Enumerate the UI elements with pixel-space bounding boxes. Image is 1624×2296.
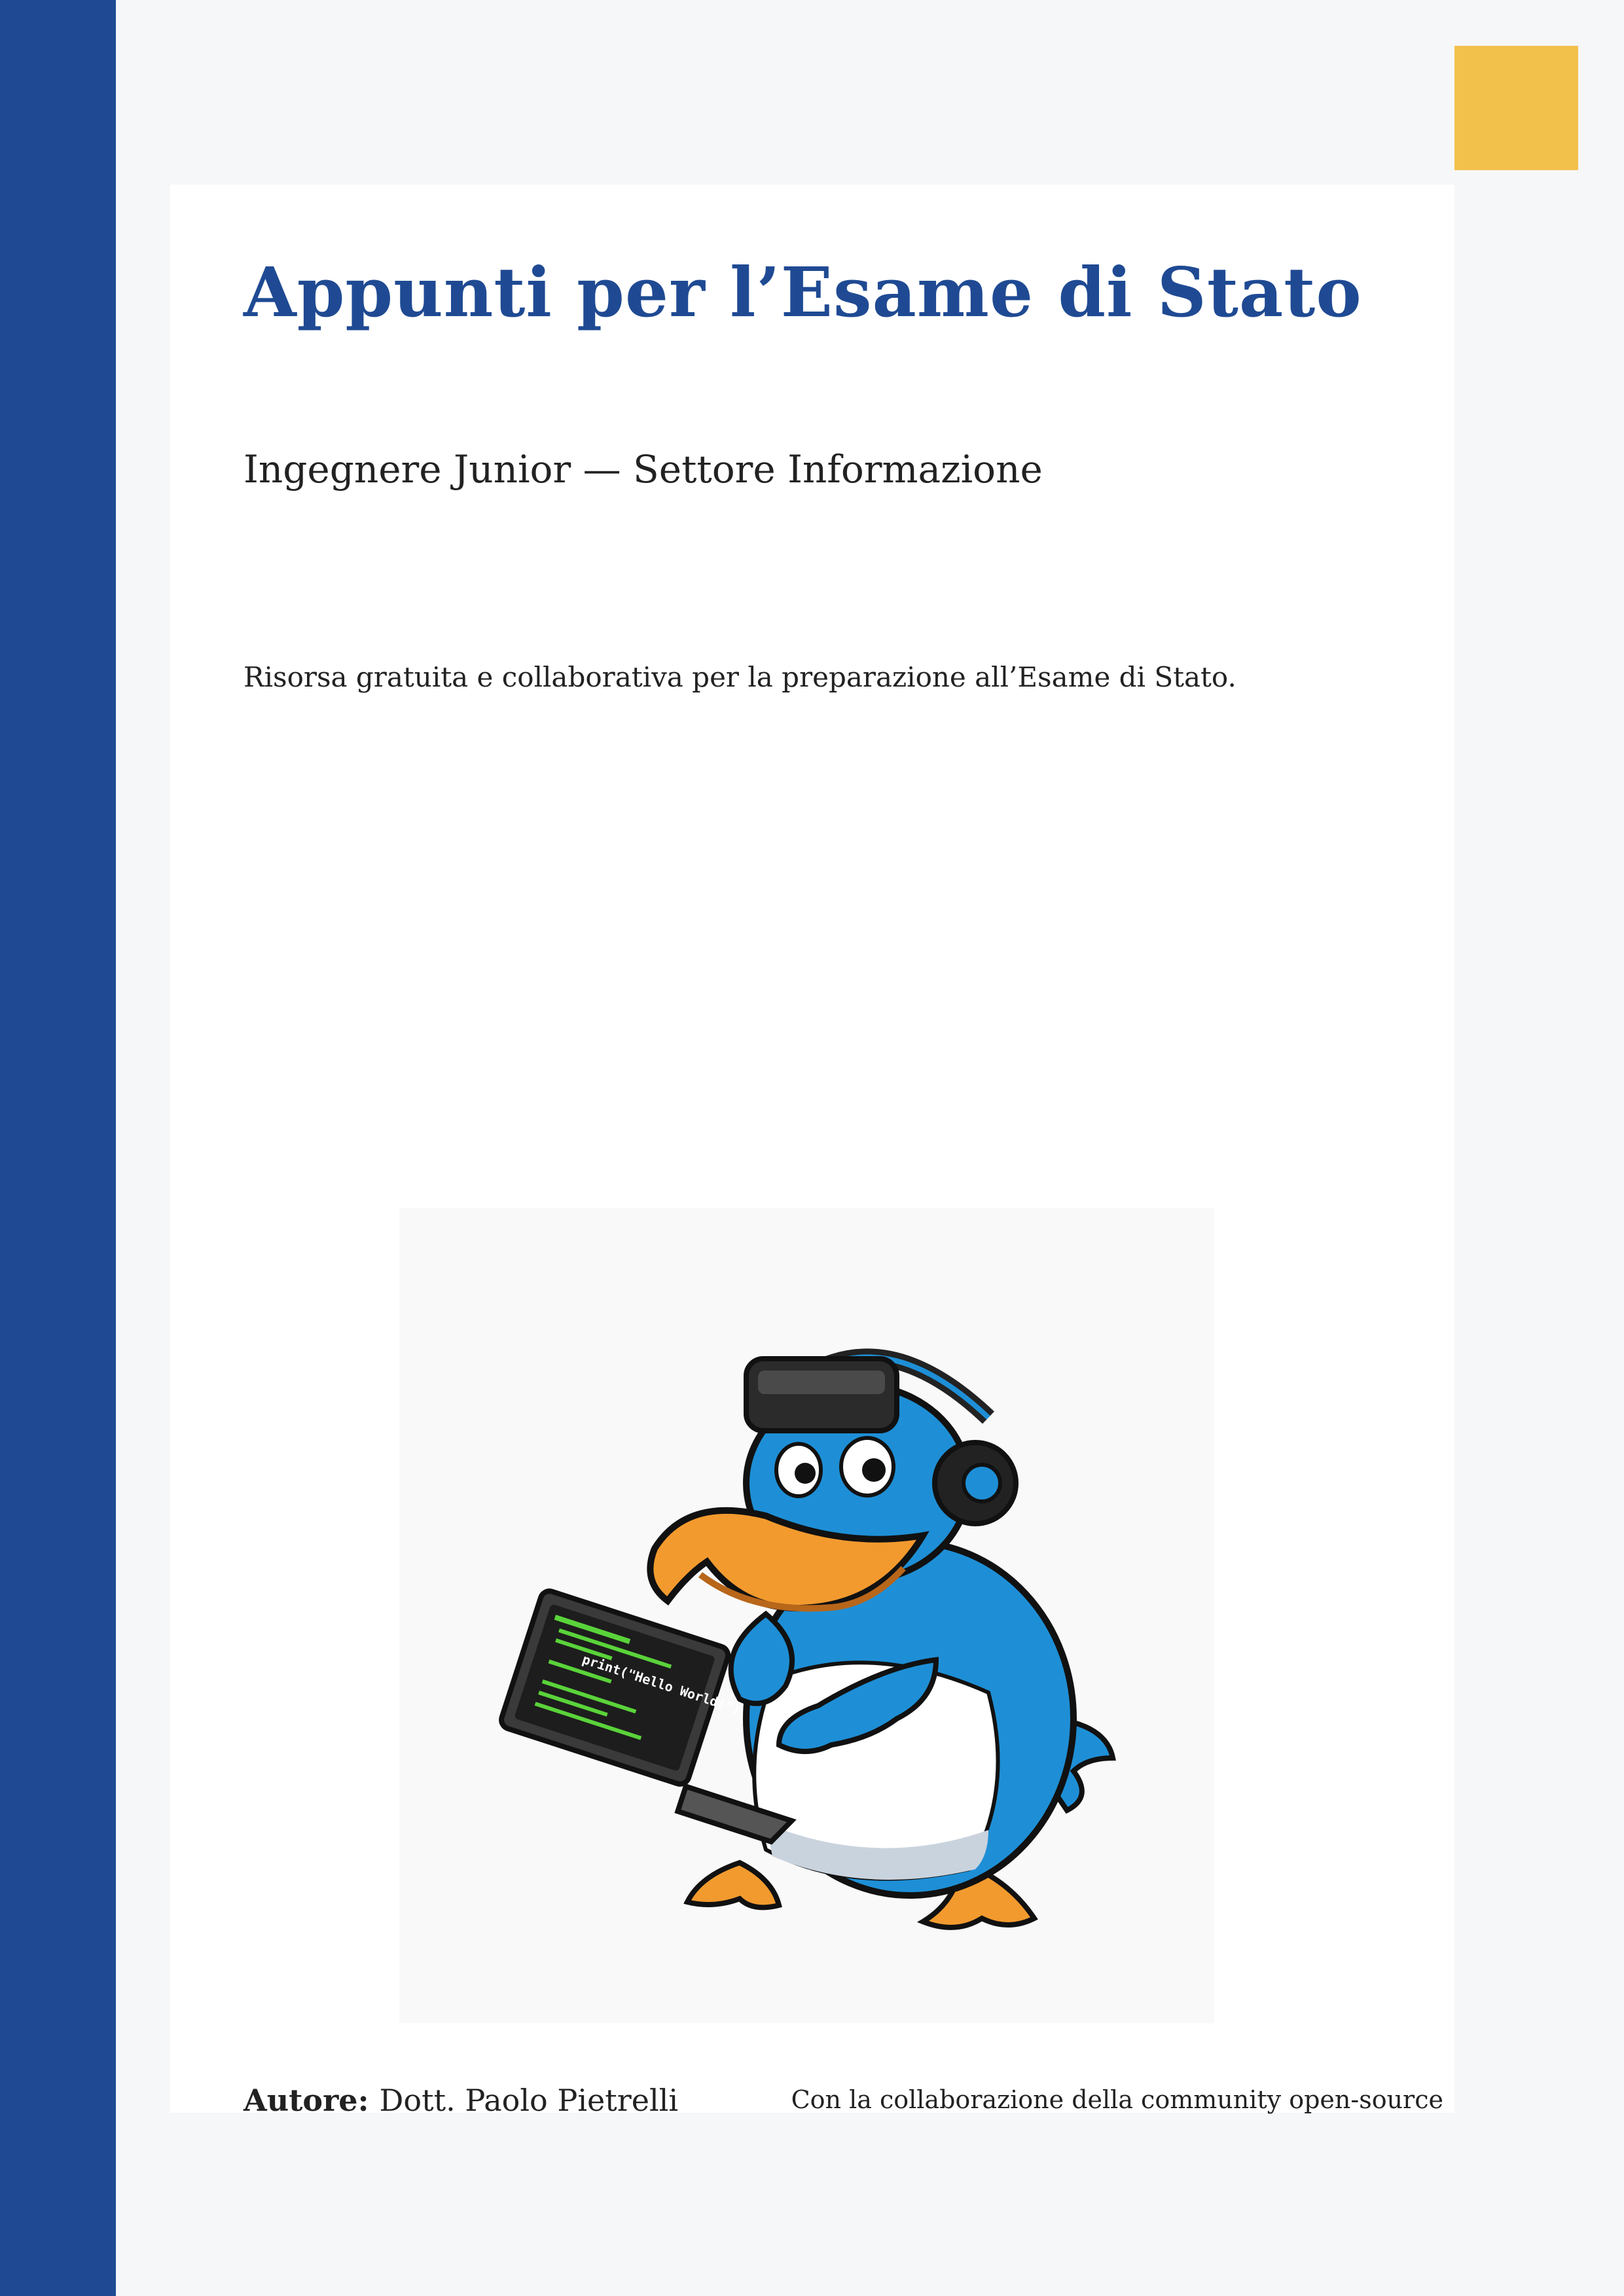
- side-accent-bar: [0, 0, 116, 2296]
- author-line: Autore: Dott. Paolo Pietrelli: [244, 2083, 678, 2118]
- corner-accent-square: [1454, 46, 1578, 170]
- cover-tagline: Risorsa gratuita e collaborativa per la …: [244, 661, 1236, 693]
- author-label: Autore:: [244, 2083, 369, 2118]
- cover-title: Appunti per l’Esame di Stato: [244, 252, 1362, 332]
- penguin-mascot-icon: print("Hello World!"): [499, 1348, 1116, 1930]
- author-name: Dott. Paolo Pietrelli: [379, 2083, 679, 2118]
- collaboration-note: Con la collaborazione della community op…: [791, 2085, 1443, 2114]
- cover-subtitle: Ingegnere Junior — Settore Informazione: [244, 447, 1043, 492]
- mascot-illustration: print("Hello World!"): [399, 1208, 1214, 2023]
